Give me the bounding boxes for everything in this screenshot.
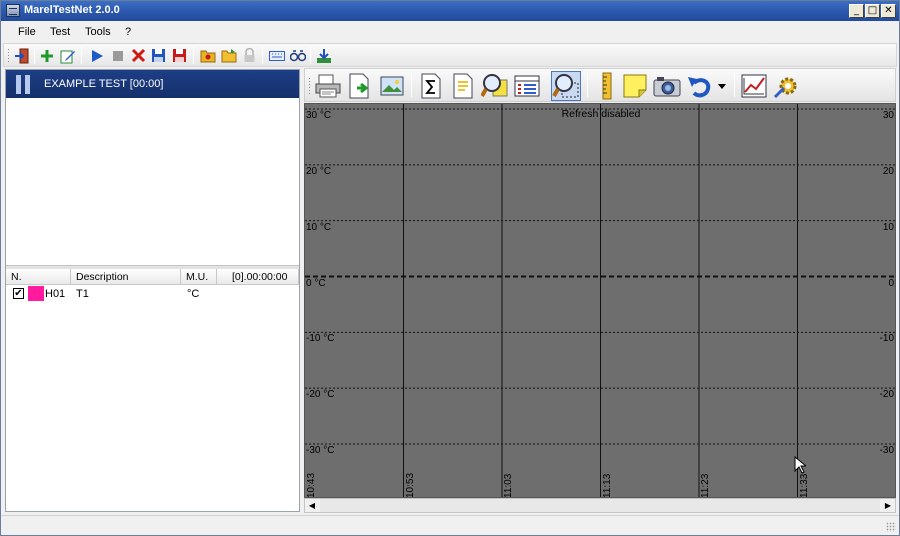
title-bar[interactable]: MarelTestNet 2.0.0 _ □ ✕ (1, 1, 899, 21)
y-tick-label-left: -20 °C (306, 389, 335, 401)
dropdown-arrow-icon[interactable] (715, 71, 729, 101)
settings-icon[interactable] (771, 71, 801, 101)
zoom-select-icon[interactable] (551, 71, 581, 101)
sum-icon[interactable] (416, 71, 446, 101)
y-tick-label-right: 20 (882, 165, 894, 177)
list-icon[interactable] (512, 71, 542, 101)
channel-id: H01 (45, 288, 66, 300)
channel-table-header: N. Description M.U. [0].00:00:00 (6, 269, 299, 285)
y-tick-label-right: -20 (879, 389, 894, 401)
menu-tools[interactable]: Tools (85, 26, 111, 38)
toolbar-separator (193, 47, 194, 64)
col-header-value[interactable]: [0].00:00:00 (217, 269, 299, 284)
x-tick-label: 11:13 (601, 473, 613, 498)
delete-icon[interactable] (130, 47, 147, 64)
save-as-icon[interactable] (171, 47, 188, 64)
lock-icon[interactable] (241, 47, 258, 64)
channel-description: T1 (76, 288, 89, 300)
minimize-button[interactable]: _ (849, 4, 864, 18)
resize-grip[interactable] (886, 522, 896, 532)
channel-checkbox[interactable]: ✔ (13, 288, 24, 299)
undo-icon[interactable] (684, 71, 714, 101)
y-tick-label-right: 0 (888, 277, 894, 289)
x-tick-label: 10:53 (404, 472, 416, 498)
app-icon (6, 4, 20, 17)
zoom-icon[interactable] (480, 71, 510, 101)
add-icon[interactable] (38, 47, 55, 64)
y-tick-label-right: -30 (879, 445, 894, 456)
menu-test[interactable]: Test (50, 26, 70, 38)
toolbar-grip[interactable] (308, 77, 311, 95)
x-tick-label: 11:03 (503, 473, 514, 498)
y-tick-label-left: 0 °C (306, 277, 326, 289)
menu-help[interactable]: ? (125, 26, 131, 38)
test-panel: EXAMPLE TEST [00:00] N. Description M.U.… (5, 69, 300, 512)
note-icon[interactable] (620, 71, 650, 101)
y-tick-label-left: 10 °C (306, 221, 332, 233)
pause-icon[interactable] (14, 75, 32, 94)
main-toolbar (3, 43, 897, 67)
maximize-button[interactable]: □ (865, 4, 880, 18)
camera-icon[interactable] (652, 71, 682, 101)
download-icon[interactable] (315, 47, 332, 64)
edit-icon[interactable] (59, 47, 76, 64)
save-icon[interactable] (150, 47, 167, 64)
toolbar-separator (34, 47, 35, 64)
col-header-unit[interactable]: M.U. (181, 269, 217, 284)
toolbar-separator (734, 73, 735, 97)
y-tick-label-right: -10 (879, 333, 894, 345)
table-row[interactable]: ✔ H01 T1 °C (6, 286, 299, 302)
col-header-description[interactable]: Description (71, 269, 181, 284)
status-bar (1, 515, 899, 535)
print-icon[interactable] (313, 71, 343, 101)
stop-icon[interactable] (109, 47, 126, 64)
folder-icon[interactable] (220, 47, 237, 64)
chart-plot-area[interactable]: 30 °C 30 20 °C 20 10 °C 10 0 °C 0 -10 °C -10 -20 °… (304, 103, 896, 498)
channel-color-swatch[interactable] (28, 286, 44, 301)
mouse-cursor-icon (794, 456, 806, 474)
scroll-left-button[interactable]: ◀ (305, 499, 319, 512)
toolbar-separator (587, 73, 588, 97)
close-button[interactable]: ✕ (881, 4, 896, 18)
keyboard-icon[interactable] (268, 47, 285, 64)
x-tick-label: 10:43 (306, 472, 317, 498)
binoculars-icon[interactable] (289, 47, 306, 64)
toolbar-grip[interactable] (7, 48, 10, 63)
x-tick-label: 11:33 (798, 473, 810, 498)
col-header-number[interactable]: N. (6, 269, 71, 284)
chart-icon[interactable] (739, 71, 769, 101)
y-tick-label-left: -10 °C (306, 333, 335, 345)
toolbar-separator (262, 47, 263, 64)
exit-icon[interactable] (13, 47, 30, 64)
toolbar-separator (81, 47, 82, 64)
window-title: MarelTestNet 2.0.0 (24, 4, 120, 16)
menu-file[interactable]: File (18, 26, 36, 38)
open-folder-icon[interactable] (199, 47, 216, 64)
toolbar-separator (310, 47, 311, 64)
toolbar-separator (411, 73, 412, 97)
app-window: MarelTestNet 2.0.0 _ □ ✕ File Test Tools… (0, 0, 900, 536)
export-icon[interactable] (345, 71, 375, 101)
refresh-status: Refresh disabled (561, 108, 641, 120)
y-tick-label-right: 10 (882, 221, 894, 233)
test-title: EXAMPLE TEST [00:00] (44, 78, 164, 90)
play-icon[interactable] (88, 47, 105, 64)
chart-horizontal-scrollbar[interactable]: ◀ ▶ (304, 498, 896, 513)
image-icon[interactable] (377, 71, 407, 101)
chart-grid (305, 104, 895, 497)
chart-toolbar (304, 68, 896, 102)
scroll-right-button[interactable]: ▶ (881, 499, 895, 512)
scroll-track[interactable] (320, 499, 880, 512)
menu-bar: File Test Tools ? (1, 22, 899, 42)
y-tick-label-left: 20 °C (306, 165, 332, 177)
test-header[interactable]: EXAMPLE TEST [00:00] (6, 70, 299, 98)
x-tick-label: 11:23 (700, 473, 711, 498)
y-tick-label-left: -30 °C (306, 445, 335, 456)
channel-unit: °C (187, 288, 200, 300)
document-icon[interactable] (448, 71, 478, 101)
ruler-icon[interactable] (592, 71, 622, 101)
